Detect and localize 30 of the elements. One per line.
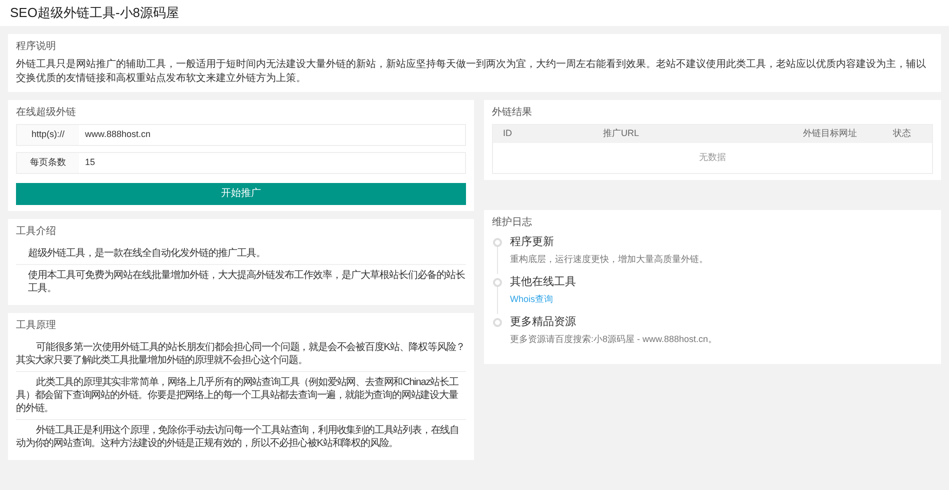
input-field[interactable]: 15 xyxy=(79,153,465,173)
start-button[interactable]: 开始推广 xyxy=(16,182,466,204)
input-field[interactable]: www.888host.cn xyxy=(79,125,465,145)
page-title: SEO超级外链工具-小8源码屋 xyxy=(10,4,180,22)
card-title: 程序说明 xyxy=(16,40,57,54)
form-field[interactable]: 每页条数 15 xyxy=(16,152,466,174)
entry-text: 重构底层，运行速度更快，增加大量高质量外链。 xyxy=(510,253,708,266)
entry-title: 程序更新 xyxy=(510,234,555,250)
card-title: 工具原理 xyxy=(16,318,57,332)
card-title: 外链结果 xyxy=(492,106,533,120)
field-label: 每页条数 xyxy=(17,153,79,173)
card-title: 工具介绍 xyxy=(16,224,57,238)
paragraph-text: 可能很多第一次使用外链工具的站长朋友们都会担心同一个问题，就是会不会被百度K站、降权等风险？其实大家只要了解此类工具批量增加外链的原理就不会担心这个问题。 xyxy=(16,340,466,368)
paragraph-text: 此类工具的原理其实非常简单，网络上几乎所有的网站查询工具（例如爱站网、去查网和Chinaz站长工具）都会留下查询网站的外链。你要是把网络上的每一个工具站都去查询一遍，就能为查询的网站建设大量的外链。 xyxy=(16,370,466,418)
entry-title: 其他在线工具 xyxy=(510,275,576,290)
empty-text: 无数据 xyxy=(699,151,726,164)
field-label: http(s):// xyxy=(17,125,79,145)
entry-title: 更多精品资源 xyxy=(510,315,577,330)
paragraph-text: 外链工具正是利用这个原理，免除你手动去访问每一个工具站查询，利用收集到的工具站列表，在线自动为你的网站查询。这种方法建设的外链是正规有效的，所以不必担心被K站和降权的风险。 xyxy=(16,418,466,454)
column-header: ID xyxy=(502,127,513,140)
column-header: 推广URL xyxy=(602,127,640,140)
card-title: 在线超级外链 xyxy=(16,106,77,120)
paragraph-text: 超级外链工具，是一款在线全自动化发外链的推广工具。 xyxy=(27,246,266,260)
form-field[interactable]: http(s):// www.888host.cn xyxy=(16,124,466,146)
paragraph-text: 使用本工具可免费为网站在线批量增加外链，大大提高外链发布工作效率，是广大草根站长们必备的站长工具。 xyxy=(16,264,466,298)
entry-text: 更多资源请百度搜索:小8源码屋 - www.888host.cn。 xyxy=(510,333,718,346)
column-header: 外链目标网址 xyxy=(802,127,858,140)
description-text: 外链工具只是网站推广的辅助工具，一般适用于短时间内无法建设大量外链的新站，新站应坚持每天做一到两次为宜，大约一周左右能看到效果。老站不建议使用此类工具，老站应以优质内容建设为主，辅以交换优质的友情链接和高权重站点发布软文来建立外链方为上策。 xyxy=(16,58,927,86)
card-title: 维护日志 xyxy=(492,216,533,230)
column-header: 状态 xyxy=(892,127,912,140)
